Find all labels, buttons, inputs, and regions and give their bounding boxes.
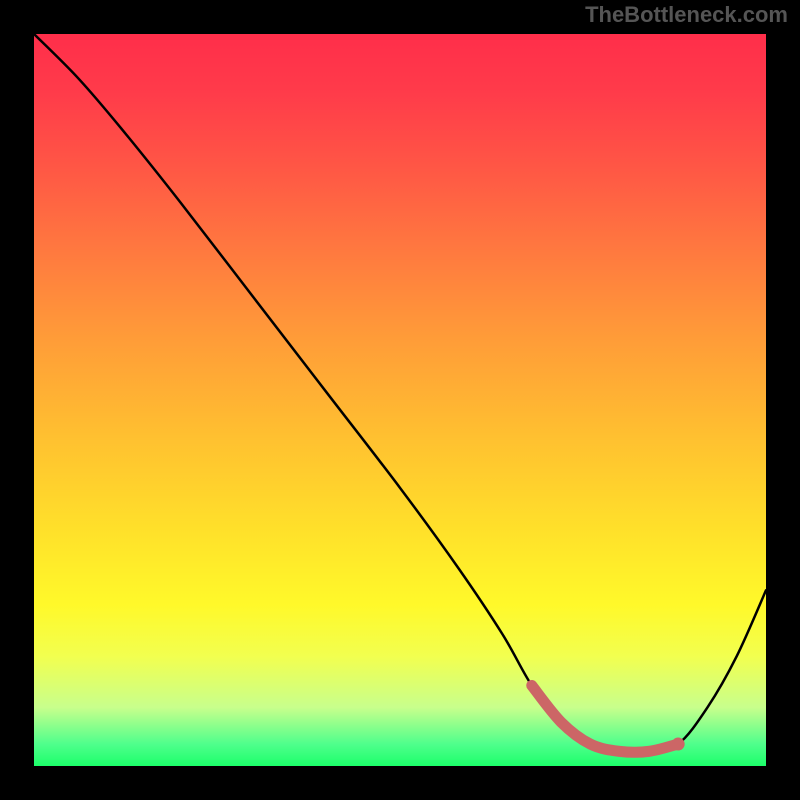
chart-area <box>34 34 766 766</box>
watermark-text: TheBottleneck.com <box>585 2 788 28</box>
chart-background-gradient <box>34 34 766 766</box>
